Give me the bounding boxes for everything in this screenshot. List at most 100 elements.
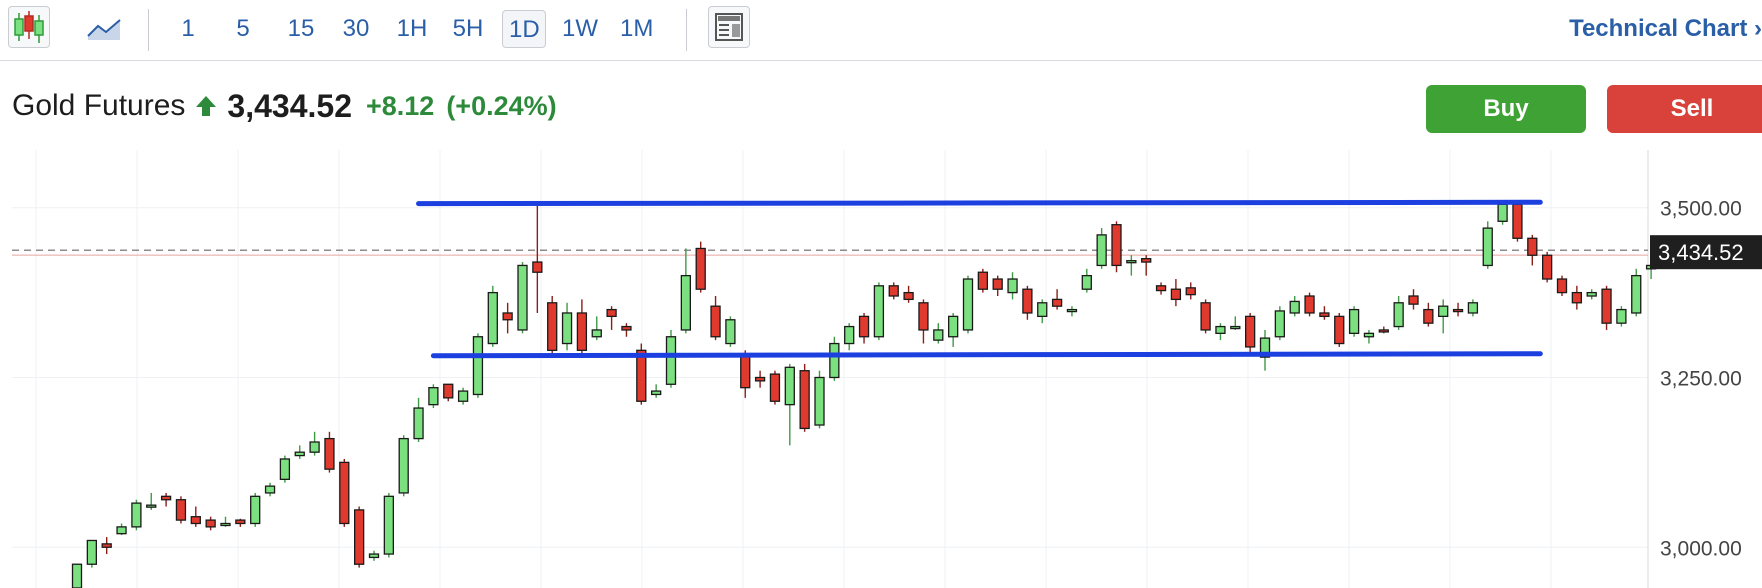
candle [502, 302, 513, 334]
candlestick-icon[interactable] [8, 6, 50, 48]
candle-body [413, 407, 424, 440]
interval-1[interactable]: 1 [172, 10, 204, 48]
candle [1289, 296, 1300, 317]
candle-body [1348, 308, 1360, 334]
candle-body [547, 302, 558, 351]
candle [1482, 221, 1493, 269]
candle [621, 323, 632, 337]
candle [205, 516, 216, 531]
candle-body [1230, 325, 1241, 330]
candle-body [636, 349, 647, 402]
candle-body [948, 315, 959, 338]
technical-chart-link[interactable]: Technical Chart › [1569, 10, 1762, 48]
candle-body [1334, 315, 1345, 345]
candle [1022, 285, 1033, 320]
candle [814, 370, 825, 429]
y-axis-tick-label: 3,000.00 [1660, 537, 1742, 560]
candle [1111, 221, 1122, 273]
interval-15[interactable]: 15 [280, 10, 322, 48]
candle [1616, 306, 1627, 327]
last-price-label-group: 3,434.52 [1650, 235, 1762, 270]
candle [829, 336, 840, 381]
candle-body [1111, 224, 1122, 267]
candle-body [1200, 302, 1211, 331]
candle-body [576, 312, 588, 351]
candle [1185, 282, 1196, 300]
candle-body [1215, 325, 1226, 334]
candle-body [799, 370, 810, 430]
candlestick-chart[interactable]: 3,500.00 3,250.00 3,000.00 3,434.52 [0, 150, 1762, 588]
chart-toolbar: 1 5 15 30 1H 5H 1D 1W 1M Technical Chart… [0, 0, 1762, 61]
interval-1d[interactable]: 1D [502, 10, 546, 48]
interval-30[interactable]: 30 [334, 10, 378, 48]
candle [160, 492, 172, 507]
candle [1556, 275, 1568, 296]
candle [413, 397, 424, 442]
candle-body [457, 390, 469, 402]
interval-5h[interactable]: 5H [446, 10, 490, 48]
candle [1274, 306, 1285, 341]
candle-body [339, 461, 350, 525]
candle [918, 299, 929, 344]
candle [799, 363, 810, 432]
interval-1m[interactable]: 1M [614, 10, 658, 48]
candle [977, 268, 988, 293]
technical-chart-label: Technical Chart [1569, 15, 1748, 42]
buy-button[interactable]: Buy [1426, 85, 1586, 133]
candle [888, 282, 899, 300]
candle-body [1467, 302, 1479, 314]
candle-body [1141, 258, 1152, 263]
toolbar-separator [148, 9, 149, 51]
candle-body [324, 437, 335, 470]
candle-body [1289, 300, 1300, 314]
y-axis-tick-label: 3,250.00 [1660, 367, 1742, 390]
candle [1334, 312, 1345, 347]
interval-1w[interactable]: 1W [556, 10, 604, 48]
candle-body [1378, 329, 1389, 333]
candle [576, 299, 588, 358]
candle-body [1304, 295, 1315, 314]
candle-body [1393, 302, 1404, 328]
candle [279, 455, 291, 483]
candle [1527, 234, 1538, 266]
candle-body [829, 342, 840, 379]
candle [665, 329, 677, 388]
candle [754, 370, 766, 388]
y-axis-tick-label: 3,500.00 [1660, 198, 1742, 221]
instrument-name: Gold Futures [12, 89, 186, 122]
sell-button[interactable]: Sell [1607, 85, 1762, 133]
candle [264, 482, 276, 497]
candle-body [710, 305, 721, 338]
interval-1h[interactable]: 1H [390, 10, 434, 48]
candle-body [1423, 308, 1434, 324]
candle-body [1185, 287, 1196, 296]
candle [1126, 255, 1137, 276]
candle [606, 306, 617, 330]
candle [844, 323, 855, 351]
interval-5[interactable]: 5 [227, 10, 259, 48]
candle [1170, 279, 1182, 307]
layout-panel-icon[interactable] [708, 6, 750, 48]
candle [472, 333, 484, 398]
candle-body [1438, 305, 1449, 318]
candle-body [933, 329, 944, 341]
candle [948, 312, 959, 347]
quote-header: Gold Futures 3,434.52 +8.12 (+0.24%) [12, 84, 557, 128]
candle-body [1601, 288, 1612, 324]
candle-body [383, 495, 395, 555]
candle-body [190, 516, 201, 525]
candle-body [1081, 274, 1092, 290]
candle [428, 384, 439, 409]
up-arrow-icon [196, 96, 217, 116]
candle [309, 431, 320, 456]
candle-body [1007, 278, 1018, 294]
candle-body [1556, 278, 1568, 294]
candle [443, 383, 454, 402]
line-chart-icon[interactable] [84, 6, 126, 48]
candle [1245, 312, 1256, 354]
candle-body [116, 526, 127, 535]
candle [933, 323, 944, 344]
candle [903, 285, 914, 303]
candle-body [353, 509, 365, 565]
candle-body [680, 274, 691, 331]
